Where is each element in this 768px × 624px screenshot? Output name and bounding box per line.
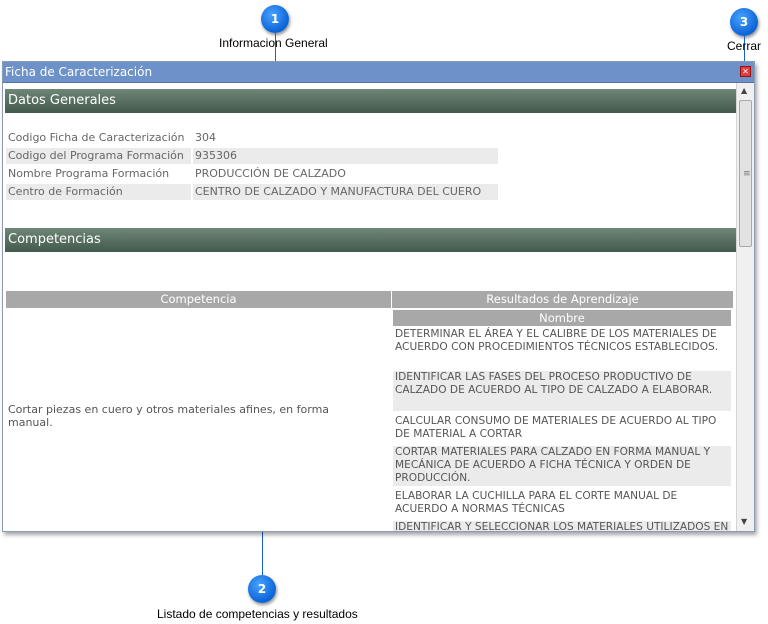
column-header-resultados: Resultados de Aprendizaje	[392, 291, 733, 308]
scroll-thumb[interactable]: ≡	[739, 100, 752, 247]
callout-badge-1: 1	[261, 5, 289, 33]
info-label: Codigo Ficha de Caracterización	[8, 131, 185, 144]
info-value: 304	[195, 131, 216, 144]
info-value: CENTRO DE CALZADO Y MANUFACTURA DEL CUER…	[193, 184, 498, 200]
section-header-datos-generales: Datos Generales	[5, 89, 736, 113]
info-label: Codigo del Programa Formación	[6, 148, 191, 164]
vertical-scrollbar[interactable]: ▲ ≡ ▼	[736, 83, 754, 531]
scroll-up-icon[interactable]: ▲	[741, 86, 747, 95]
section-title: Competencias	[8, 232, 101, 247]
resultado-row: IDENTIFICAR Y SELECCIONAR LOS MATERIALES…	[393, 521, 731, 531]
info-label: Nombre Programa Formación	[8, 167, 170, 180]
caracterizacion-dialog: Ficha de Caracterización ✕ Datos General…	[2, 61, 755, 532]
grip-icon: ≡	[743, 169, 751, 179]
section-title: Datos Generales	[8, 93, 116, 108]
callout-line-2	[262, 528, 263, 575]
resultado-row: DETERMINAR EL ÁREA Y EL CALIBRE DE LOS M…	[395, 328, 719, 353]
dialog-title: Ficha de Caracterización	[5, 65, 153, 79]
callout-badge-2: 2	[248, 575, 276, 603]
info-value: PRODUCCIÓN DE CALZADO	[195, 167, 346, 180]
callout-badge-3: 3	[730, 8, 758, 36]
resultado-row: ELABORAR LA CUCHILLA PARA EL CORTE MANUA…	[395, 490, 678, 515]
dialog-titlebar[interactable]: Ficha de Caracterización ✕	[3, 62, 754, 83]
scroll-down-icon[interactable]: ▼	[741, 517, 747, 526]
section-header-competencias: Competencias	[5, 228, 736, 252]
dialog-content: Datos Generales Codigo Ficha de Caracter…	[3, 83, 736, 531]
callout-label-2: Listado de competencias y resultados	[157, 607, 358, 621]
info-label: Centro de Formación	[6, 184, 191, 200]
resultado-row: CORTAR MATERIALES PARA CALZADO EN FORMA …	[393, 446, 731, 486]
column-header-competencia: Competencia	[6, 291, 391, 308]
close-icon[interactable]: ✕	[740, 66, 751, 77]
competencia-text: Cortar piezas en cuero y otros materiale…	[8, 403, 330, 429]
resultado-row: CALCULAR CONSUMO DE MATERIALES DE ACUERD…	[395, 415, 717, 440]
column-header-nombre: Nombre	[393, 310, 731, 326]
resultado-row: IDENTIFICAR LAS FASES DEL PROCESO PRODUC…	[393, 371, 731, 411]
info-value: 935306	[193, 148, 498, 164]
callout-label-3: Cerrar	[727, 39, 762, 53]
callout-label-1: Informacion General	[219, 36, 328, 50]
